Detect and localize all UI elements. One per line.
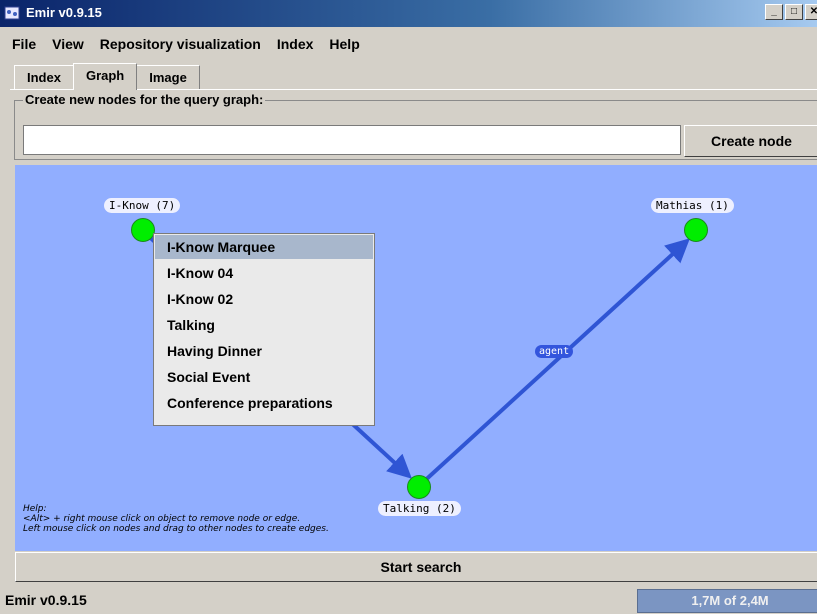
menu-item-having-dinner[interactable]: Having Dinner <box>154 338 374 364</box>
node-label-iknow: I-Know (7) <box>104 198 181 213</box>
menu-view[interactable]: View <box>48 36 88 52</box>
menu-item-iknow-04[interactable]: I-Know 04 <box>154 260 374 286</box>
menu-index[interactable]: Index <box>273 36 318 52</box>
menu-item-iknow-marquee[interactable]: I-Know Marquee <box>155 235 373 259</box>
menu-help[interactable]: Help <box>325 36 363 52</box>
status-bar: Emir v0.9.15 1,7M of 2,4M <box>0 587 817 614</box>
tab-index[interactable]: Index <box>14 65 74 90</box>
start-search-button[interactable]: Start search <box>15 552 817 582</box>
tab-image[interactable]: Image <box>136 65 200 90</box>
help-line-1: <Alt> + right mouse click on object to r… <box>23 514 301 524</box>
help-text: Help: <Alt> + right mouse click on objec… <box>23 504 329 534</box>
graph-canvas[interactable]: I-Know (7) Mathias (1) Talking (2) agent… <box>15 165 817 551</box>
title-bar[interactable]: Emir v0.9.15 _ □ ✕ <box>0 0 817 27</box>
menu-item-conference-preparations[interactable]: Conference preparations <box>154 390 374 416</box>
menu-repository-visualization[interactable]: Repository visualization <box>96 36 265 52</box>
tab-graph[interactable]: Graph <box>72 63 138 90</box>
maximize-button[interactable]: □ <box>785 4 803 20</box>
minimize-button[interactable]: _ <box>765 4 783 20</box>
menu-item-social-event[interactable]: Social Event <box>154 364 374 390</box>
edge-talking-mathias[interactable] <box>418 238 690 487</box>
menu-item-talking[interactable]: Talking <box>154 312 374 338</box>
window-title: Emir v0.9.15 <box>26 5 102 20</box>
edge-label-agent[interactable]: agent <box>535 345 574 358</box>
node-context-menu: I-Know Marquee I-Know 04 I-Know 02 Talki… <box>153 233 375 426</box>
node-iknow[interactable] <box>131 218 155 242</box>
app-icon <box>4 6 20 20</box>
node-name-input[interactable] <box>23 125 681 155</box>
node-label-talking: Talking (2) <box>378 501 461 516</box>
menu-file[interactable]: File <box>8 36 40 52</box>
node-mathias[interactable] <box>684 218 708 242</box>
close-button[interactable]: ✕ <box>805 4 817 20</box>
create-node-button[interactable]: Create node <box>684 125 817 157</box>
menu-item-iknow-02[interactable]: I-Know 02 <box>154 286 374 312</box>
memory-indicator[interactable]: 1,7M of 2,4M <box>637 589 817 613</box>
tab-strip: Index Graph Image <box>14 63 200 90</box>
node-talking[interactable] <box>407 475 431 499</box>
create-nodes-legend: Create new nodes for the query graph: <box>23 92 266 107</box>
help-line-2: Left mouse click on nodes and drag to ot… <box>23 524 329 534</box>
node-label-mathias: Mathias (1) <box>651 198 734 213</box>
help-title: Help: <box>23 504 47 514</box>
status-text: Emir v0.9.15 <box>5 592 87 608</box>
menu-bar: File View Repository visualization Index… <box>0 27 817 60</box>
